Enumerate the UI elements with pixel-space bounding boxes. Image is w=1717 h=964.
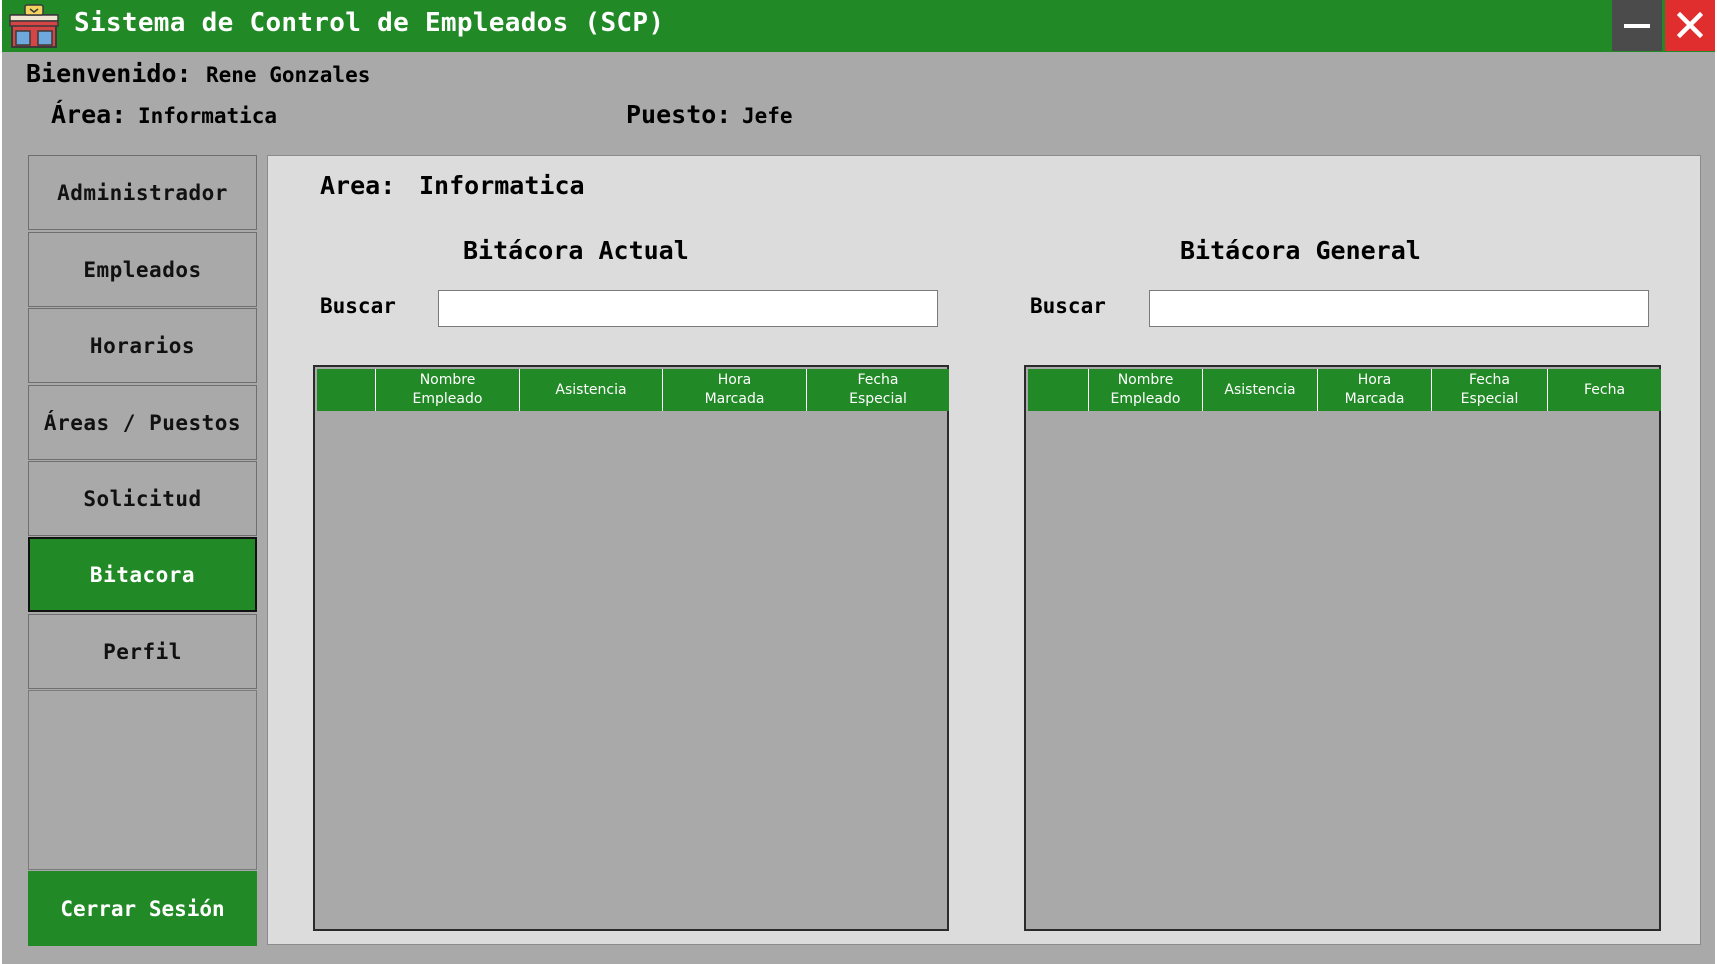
column-header-fecha-especial[interactable]: Fecha Especial — [1432, 369, 1548, 411]
general-log-search-label: Buscar — [1030, 294, 1106, 318]
desktop: Sistema de Control de Empleados (SCP) Bi… — [0, 0, 1717, 964]
column-header-nombre-empleado[interactable]: Nombre Empleado — [376, 369, 520, 411]
close-icon — [1677, 12, 1703, 38]
sidebar-item-areas-puestos[interactable]: Áreas / Puestos — [28, 385, 257, 460]
user-name: Rene Gonzales — [206, 63, 371, 87]
general-log-title: Bitácora General — [1180, 236, 1421, 265]
current-log-title: Bitácora Actual — [463, 236, 689, 265]
current-log-search-label: Buscar — [320, 294, 396, 318]
general-log-table[interactable]: Nombre Empleado Asistencia Hora Marcada … — [1024, 365, 1661, 931]
column-header-fecha-especial[interactable]: Fecha Especial — [807, 369, 949, 411]
area-value: Informatica — [138, 104, 278, 128]
bitacora-panel: Area: Informatica Bitácora Actual Buscar… — [267, 155, 1701, 945]
column-header-asistencia[interactable]: Asistencia — [1203, 369, 1318, 411]
store-icon — [8, 3, 60, 49]
column-header-nombre-empleado[interactable]: Nombre Empleado — [1089, 369, 1203, 411]
title-bar[interactable]: Sistema de Control de Empleados (SCP) — [2, 0, 1715, 52]
sidebar-item-administrador[interactable]: Administrador — [28, 155, 257, 230]
window-title: Sistema de Control de Empleados (SCP) — [74, 8, 665, 38]
column-header-select[interactable] — [1028, 369, 1089, 411]
content-area-label: Area: — [320, 171, 396, 200]
column-header-fecha[interactable]: Fecha — [1548, 369, 1661, 411]
column-header-asistencia[interactable]: Asistencia — [520, 369, 663, 411]
column-header-hora-marcada[interactable]: Hora Marcada — [1318, 369, 1432, 411]
sidebar-item-bitacora[interactable]: Bitacora — [28, 537, 257, 612]
column-header-hora-marcada[interactable]: Hora Marcada — [663, 369, 807, 411]
general-log-search-input[interactable] — [1149, 290, 1649, 327]
current-log-table[interactable]: Nombre Empleado Asistencia Hora Marcada … — [313, 365, 949, 931]
current-log-search-input[interactable] — [438, 290, 938, 327]
position-value: Jefe — [742, 104, 793, 128]
area-label: Área: — [51, 100, 127, 129]
current-log-table-header: Nombre Empleado Asistencia Hora Marcada … — [317, 369, 949, 411]
sidebar-item-solicitud[interactable]: Solicitud — [28, 461, 257, 536]
app-window: Sistema de Control de Empleados (SCP) Bi… — [2, 0, 1715, 964]
welcome-label: Bienvenido: — [26, 59, 192, 88]
content-area-value: Informatica — [419, 171, 585, 200]
logout-button[interactable]: Cerrar Sesión — [28, 871, 257, 946]
sidebar-item-empleados[interactable]: Empleados — [28, 232, 257, 307]
minimize-button[interactable] — [1612, 0, 1662, 51]
position-label: Puesto: — [626, 100, 732, 129]
general-log-table-header: Nombre Empleado Asistencia Hora Marcada … — [1028, 369, 1661, 411]
column-header-select[interactable] — [317, 369, 376, 411]
close-button[interactable] — [1665, 0, 1715, 51]
sidebar-item-perfil[interactable]: Perfil — [28, 614, 257, 689]
sidebar-empty-area — [28, 690, 257, 870]
sidebar-item-horarios[interactable]: Horarios — [28, 308, 257, 383]
